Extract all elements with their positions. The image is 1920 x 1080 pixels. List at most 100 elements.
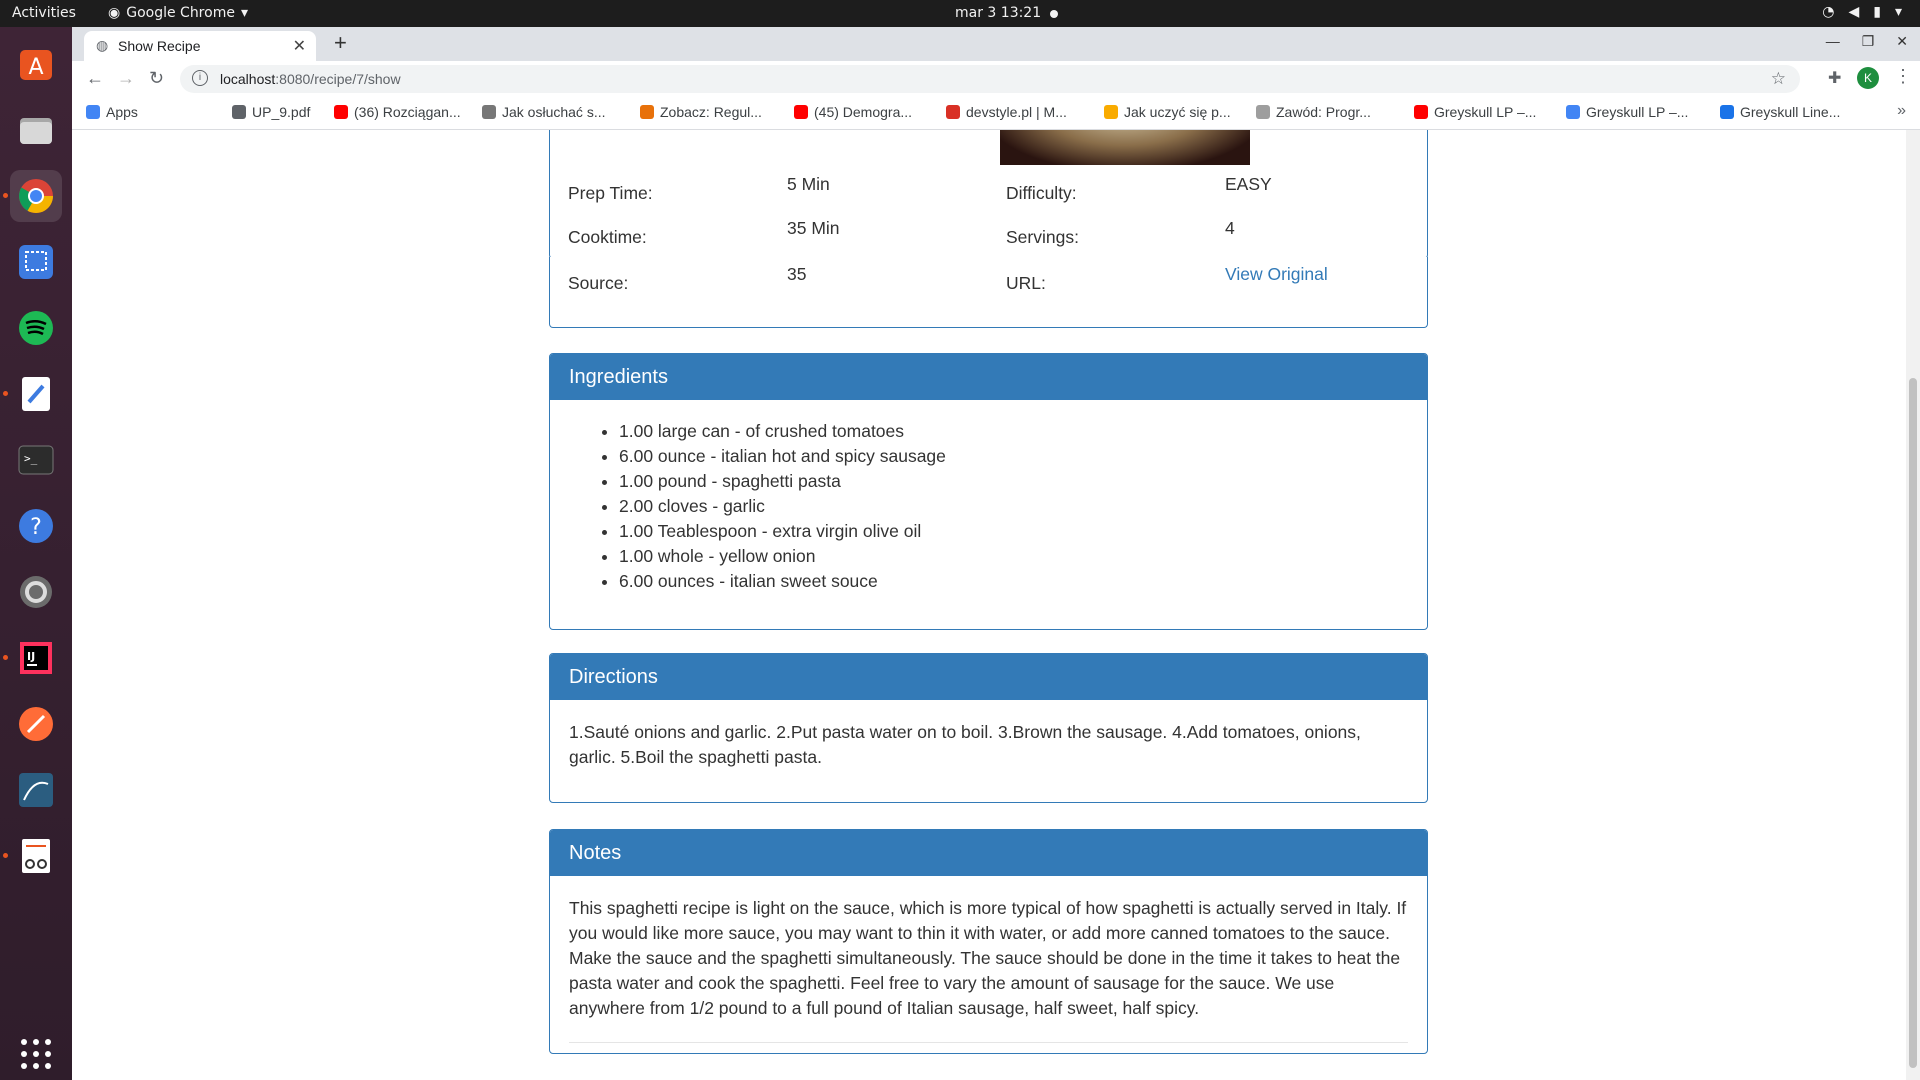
info-icon[interactable]: i <box>192 70 208 86</box>
menu-icon[interactable]: ⋮ <box>1894 66 1912 87</box>
bookmark-item[interactable]: Greyskull Line... <box>1720 104 1840 120</box>
terminal-icon[interactable]: >_ <box>10 434 62 486</box>
notes-text: This spaghetti recipe is light on the sa… <box>569 898 1407 1018</box>
postman-icon[interactable] <box>10 698 62 750</box>
system-tray[interactable]: ◔ ◀ ▮ ▾ <box>1822 4 1902 20</box>
app-menu-label: Google Chrome <box>126 5 235 21</box>
bookmark-label: Greyskull LP –... <box>1586 104 1689 120</box>
scrollbar-thumb[interactable] <box>1909 378 1917 1068</box>
difficulty-value: EASY <box>1225 174 1272 194</box>
url-text: localhost:8080/recipe/7/show <box>220 71 401 87</box>
url-host: localhost <box>220 71 276 87</box>
page-scrollbar[interactable] <box>1906 130 1920 1080</box>
ingredient-item: 1.00 pound - spaghetti pasta <box>619 469 1408 494</box>
bookmark-label: UP_9.pdf <box>252 104 311 120</box>
tab-strip: ◍ Show Recipe ✕ + — ❐ ✕ <box>72 27 1920 61</box>
tab-show-recipe[interactable]: ◍ Show Recipe ✕ <box>84 31 316 61</box>
bookmark-item[interactable]: (45) Demogra... <box>794 104 912 120</box>
chevron-down-icon: ▾ <box>240 5 248 21</box>
text-editor-icon[interactable] <box>10 368 62 420</box>
dock: A >_ ? IJ <box>0 27 72 1080</box>
cooktime-label: Cooktime: <box>568 227 647 247</box>
browser-toolbar: ← → ↻ i localhost:8080/recipe/7/show ☆ ✚… <box>72 61 1920 97</box>
bookmark-item[interactable]: Jak osłuchać s... <box>482 104 606 120</box>
extensions-icon[interactable]: ✚ <box>1828 68 1841 88</box>
ingredient-item: 6.00 ounces - italian sweet souce <box>619 569 1408 594</box>
view-original-link[interactable]: View Original <box>1225 264 1328 285</box>
url-path: :8080/recipe/7/show <box>275 71 401 87</box>
window-controls: — ❐ ✕ <box>1826 33 1908 50</box>
bookmark-label: Zobacz: Regul... <box>660 104 762 120</box>
bookmark-item[interactable]: devstyle.pl | M... <box>946 104 1067 120</box>
close-icon[interactable]: ✕ <box>293 36 306 56</box>
favicon-icon <box>1566 105 1580 119</box>
bookmark-item[interactable]: Zawód: Progr... <box>1256 104 1371 120</box>
chevron-down-icon: ▾ <box>1894 4 1902 20</box>
notes-divider <box>569 1042 1408 1043</box>
notes-panel: Notes This spaghetti recipe is light on … <box>549 829 1428 1054</box>
favicon-icon <box>1720 105 1734 119</box>
minimize-icon[interactable]: — <box>1826 33 1840 50</box>
favicon-icon <box>1414 105 1428 119</box>
bookmark-item[interactable]: Jak uczyć się p... <box>1104 104 1231 120</box>
activities-button[interactable]: Activities <box>12 5 76 21</box>
recipe-image <box>1000 130 1250 165</box>
url-label: URL: <box>1006 273 1046 293</box>
ingredient-item: 1.00 large can - of crushed tomatoes <box>619 419 1408 444</box>
intellij-icon[interactable]: IJ <box>10 632 62 684</box>
bookmark-item[interactable]: Zobacz: Regul... <box>640 104 762 120</box>
files-icon[interactable] <box>10 104 62 156</box>
screenshot-icon[interactable] <box>10 236 62 288</box>
prep-time-value: 5 Min <box>787 174 830 194</box>
profile-avatar[interactable]: K <box>1857 67 1879 89</box>
ingredients-list: 1.00 large can - of crushed tomatoes 6.00… <box>569 419 1408 594</box>
bookmark-label: Greyskull Line... <box>1740 104 1841 120</box>
spotify-icon[interactable] <box>10 302 62 354</box>
ingredients-panel: Ingredients 1.00 large can - of crushed … <box>549 353 1428 630</box>
favicon-icon <box>482 105 496 119</box>
favicon-icon <box>1256 105 1270 119</box>
svg-text:?: ? <box>30 515 42 540</box>
running-indicator <box>3 193 8 198</box>
bookmark-item[interactable]: Greyskull LP –... <box>1566 104 1688 120</box>
cooktime-value: 35 Min <box>787 218 840 238</box>
bookmark-label: Zawód: Progr... <box>1276 104 1371 120</box>
clock[interactable]: mar 3 13:21 <box>955 5 1041 21</box>
mysql-workbench-icon[interactable] <box>10 764 62 816</box>
app-menu[interactable]: ◉ Google Chrome ▾ <box>108 5 248 21</box>
svg-text:>_: >_ <box>24 452 38 465</box>
restore-icon[interactable]: ❐ <box>1862 33 1875 50</box>
svg-text:IJ: IJ <box>27 650 35 663</box>
bookmark-label: Jak osłuchać s... <box>502 104 606 120</box>
new-tab-button[interactable]: + <box>334 30 347 56</box>
bookmark-item[interactable]: Apps <box>86 104 138 120</box>
favicon-icon <box>946 105 960 119</box>
help-icon[interactable]: ? <box>10 500 62 552</box>
apps-grid-icon <box>86 105 100 119</box>
back-icon[interactable]: ← <box>86 68 104 89</box>
bookmark-item[interactable]: UP_9.pdf <box>232 104 310 120</box>
close-window-icon[interactable]: ✕ <box>1896 33 1908 50</box>
favicon-icon <box>794 105 808 119</box>
running-indicator <box>3 391 8 396</box>
bookmark-item[interactable]: Greyskull LP –... <box>1414 104 1536 120</box>
ubuntu-software-icon[interactable]: A <box>10 38 62 90</box>
settings-icon[interactable] <box>10 566 62 618</box>
servings-label: Servings: <box>1006 227 1079 247</box>
running-indicator <box>3 853 8 858</box>
show-applications-icon[interactable] <box>10 1028 62 1080</box>
document-viewer-icon[interactable] <box>10 830 62 882</box>
bookmark-label: Jak uczyć się p... <box>1124 104 1231 120</box>
chrome-dock-icon[interactable] <box>10 170 62 222</box>
bookmark-star-icon[interactable]: ☆ <box>1771 69 1786 89</box>
notification-dot <box>1050 10 1058 18</box>
reload-icon[interactable]: ↻ <box>149 68 164 89</box>
bookmark-item[interactable]: (36) Rozciągan... <box>334 104 461 120</box>
ingredient-item: 1.00 Teablespoon - extra virgin olive oi… <box>619 519 1408 544</box>
volume-icon: ◀ <box>1848 4 1860 20</box>
address-bar[interactable]: i localhost:8080/recipe/7/show ☆ <box>180 65 1800 93</box>
ingredients-heading: Ingredients <box>550 354 1427 400</box>
forward-icon[interactable]: → <box>117 68 135 89</box>
notes-heading: Notes <box>550 830 1427 876</box>
bookmarks-overflow-icon[interactable]: » <box>1897 102 1906 120</box>
